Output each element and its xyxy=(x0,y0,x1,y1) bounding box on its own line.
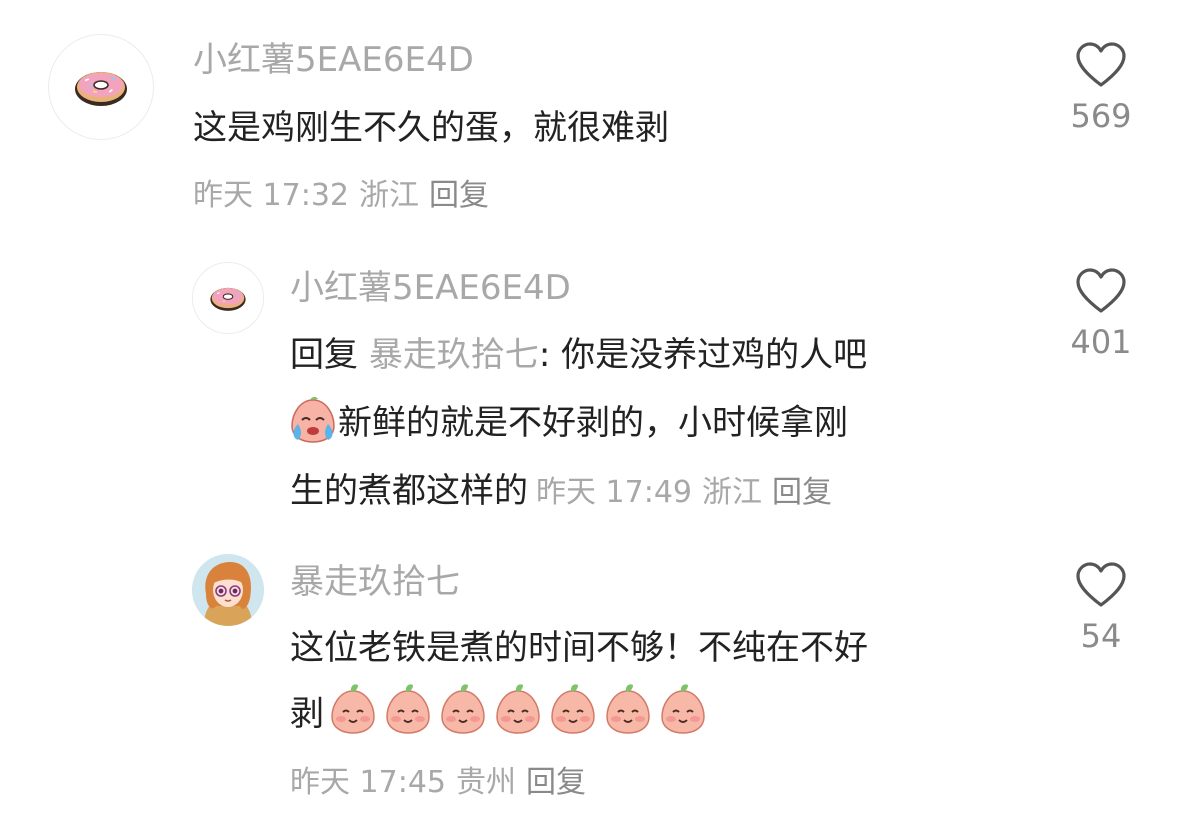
comment-text-line: 生的煮都这样的 昨天 17:49 浙江 回复 xyxy=(290,458,832,526)
crying-peach-emoji xyxy=(291,396,335,443)
smiling-peach-emoji xyxy=(441,684,485,734)
comment-time: 昨天 17:49 xyxy=(536,475,692,510)
emoji-row xyxy=(324,684,708,734)
comment-meta: 昨天 17:49 浙江 回复 xyxy=(536,475,832,510)
anime-girl-avatar xyxy=(192,554,264,626)
avatar[interactable] xyxy=(192,554,264,626)
smiling-peach-emoji xyxy=(386,684,430,734)
donut-icon xyxy=(210,287,246,311)
smiling-peach-emoji xyxy=(661,684,705,734)
heart-icon xyxy=(1076,562,1126,607)
comment-username[interactable]: 暴走玖拾七 xyxy=(290,560,460,604)
comment-text-line: 回复 暴走玖拾七: 你是没养过鸡的人吧 xyxy=(290,322,867,388)
comment-meta: 昨天 17:32 浙江 回复 xyxy=(193,176,489,216)
avatar[interactable] xyxy=(48,34,154,140)
like-button[interactable]: 401 xyxy=(1046,268,1156,362)
comment-meta: 昨天 17:45 贵州 回复 xyxy=(290,763,586,803)
comment-text: 这位老铁是煮的时间不够！不纯在不好 xyxy=(290,628,868,668)
mention-link[interactable]: 暴走玖拾七 xyxy=(369,335,539,375)
comment-text: 新鲜的就是不好剥的，小时候拿刚 xyxy=(338,403,848,443)
heart-icon xyxy=(1076,42,1126,87)
like-button[interactable]: 569 xyxy=(1046,42,1156,136)
comment-username[interactable]: 小红薯5EAE6E4D xyxy=(290,266,571,310)
comment-location: 浙江 xyxy=(702,475,762,510)
like-count: 54 xyxy=(1080,617,1122,655)
heart-icon xyxy=(1076,268,1126,313)
avatar[interactable] xyxy=(192,262,264,334)
comment-text: 这是鸡刚生不久的蛋，就很难剥 xyxy=(193,108,669,148)
comment-text: : 你是没养过鸡的人吧 xyxy=(538,335,868,375)
donut-icon xyxy=(75,72,127,106)
like-count: 401 xyxy=(1070,323,1132,361)
comment-username[interactable]: 小红薯5EAE6E4D xyxy=(193,38,474,82)
comment-thread: 小红薯5EAE6E4D 这是鸡刚生不久的蛋，就很难剥 昨天 17:32 浙江 回复 … xyxy=(0,0,1179,834)
smiling-peach-emoji xyxy=(496,684,540,734)
comment-location: 浙江 xyxy=(359,178,419,213)
comment-time: 昨天 17:45 xyxy=(290,765,446,800)
comment-location: 贵州 xyxy=(456,765,516,800)
comment-text-line: 剥 xyxy=(290,681,708,747)
smiling-peach-emoji xyxy=(606,684,650,734)
reply-prefix: 回复 xyxy=(290,335,358,375)
reply-button[interactable]: 回复 xyxy=(772,475,832,510)
comment-text-line: 新鲜的就是不好剥的，小时候拿刚 xyxy=(288,390,848,456)
like-button[interactable]: 54 xyxy=(1046,562,1156,656)
comment-time: 昨天 17:32 xyxy=(193,178,349,213)
like-count: 569 xyxy=(1070,97,1132,135)
smiling-peach-emoji xyxy=(331,684,375,734)
smiling-peach-emoji xyxy=(551,684,595,734)
reply-button[interactable]: 回复 xyxy=(429,178,489,213)
comment-text: 剥 xyxy=(290,694,324,734)
comment-text: 生的煮都这样的 xyxy=(290,471,528,511)
reply-button[interactable]: 回复 xyxy=(526,765,586,800)
